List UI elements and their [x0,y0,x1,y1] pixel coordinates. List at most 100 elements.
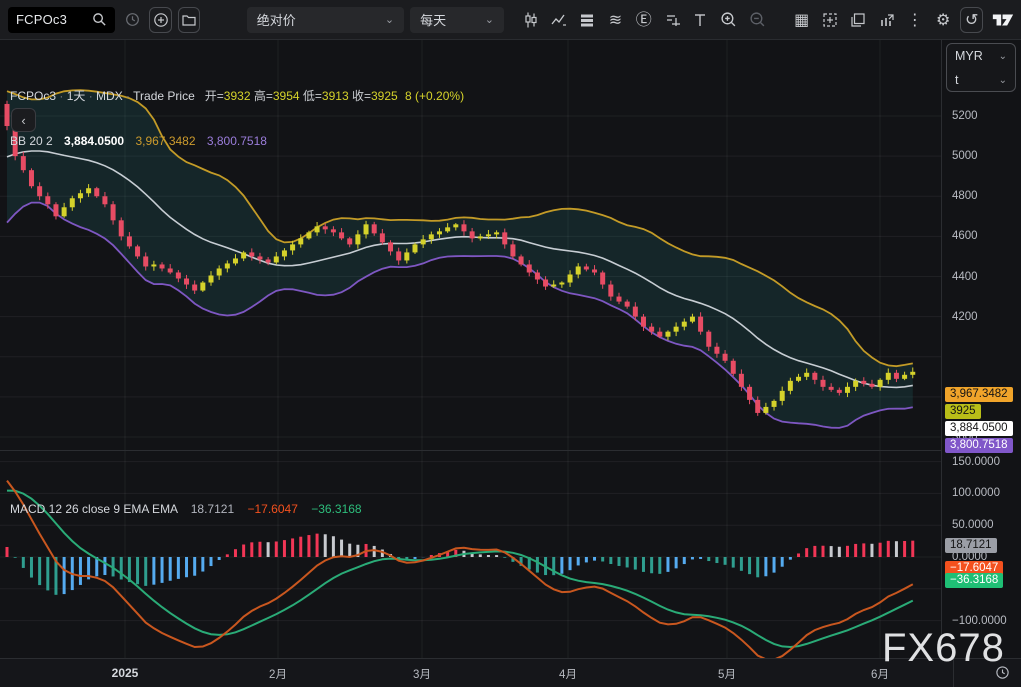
chart-canvas[interactable] [0,40,941,658]
price-value-label: 3,967.3482 [945,387,1013,402]
symbol-search-value: FCPOc3 [16,12,68,27]
more-options-button[interactable]: ⋮ [904,7,926,33]
tradingview-logo-button[interactable] [991,7,1015,33]
macd-tick: 50.0000 [952,519,994,532]
collapse-legend-button[interactable]: ‹ [11,108,36,132]
macd-line-value: −17.6047 [247,502,298,516]
bb-label: BB 20 2 [10,134,53,148]
legend-series-type: Trade Price [133,89,195,103]
main-series-legend[interactable]: FCPOc3 · 1天 · MDX · Trade Price 开=3932 高… [10,87,464,104]
price-tick: 5200 [952,110,978,122]
macd-tick: 100.0000 [952,487,1000,500]
snapshot-icon [823,12,837,27]
bb-basis-value: 3,884.0500 [64,134,125,148]
time-axis[interactable]: 2025 2月 3月 4月 5月 6月 [0,658,1021,687]
price-type-value: 绝对价 [256,13,296,28]
macd-value-label: 18.7121 [945,537,997,553]
axis-separator [941,40,942,687]
price-tick: 4800 [952,190,978,203]
high-value: 3954 [272,89,300,103]
watchlist-button[interactable]: ▦ [790,7,812,33]
plus-circle-icon [153,12,168,27]
data-window-button[interactable] [875,7,897,33]
settings-button[interactable]: ⚙ [932,7,954,33]
price-tick: 4600 [952,230,978,243]
price-tick: 4200 [952,310,978,323]
recent-history-button[interactable] [121,7,143,33]
open-label: 开= [204,89,224,103]
trading-chart-app: FCPOc3 绝对价 ⌄ 每天 ⌄ ≋ Ⓔ ▦ ⋮ ⚙ ↺ FCPOc3 · 1… [0,0,1021,687]
time-label: 3月 [413,669,431,681]
price-axis[interactable]: MYR ⌄ t ⌄ 5200 5000 4800 4600 4400 4200 3600 1… [942,40,1021,658]
add-symbol-button[interactable] [149,6,172,33]
chevron-down-icon: ⌄ [384,14,395,26]
bb-upper-value: 3,967.3482 [135,134,196,148]
currency-select[interactable]: MYR ⌄ [947,44,1015,68]
screenshot-button[interactable] [819,7,841,33]
indicators-icon [551,14,566,26]
layers-icon [581,14,594,26]
layouts-button[interactable] [847,7,869,33]
circled-e-icon: Ⓔ [635,9,652,29]
compare-button[interactable]: ≋ [604,7,626,33]
folder-icon [182,14,196,26]
zoom-out-button[interactable] [746,7,768,33]
zoom-out-icon [749,12,764,27]
legend-symbol: FCPOc3 [10,89,57,103]
time-label: 5月 [718,669,736,681]
time-label: 2025 [111,666,139,680]
indicator-templates-button[interactable] [576,7,598,33]
bollinger-legend[interactable]: BB 20 2 3,884.0500 3,967.3482 3,800.7518 [10,134,267,148]
close-label: 收= [351,89,371,103]
bb-lower-value: 3,800.7518 [206,134,267,148]
candlestick-style-icon [524,12,537,27]
time-label: 2月 [269,669,287,681]
change-value: 8 (+0.20%) [405,89,465,103]
unit-value: t [955,73,959,87]
price-type-select[interactable]: 绝对价 ⌄ [246,6,405,33]
price-tick: 4400 [952,270,978,283]
currency-unit-box: MYR ⌄ t ⌄ [946,43,1016,92]
macd-legend[interactable]: MACD 12 26 close 9 EMA EMA 18.7121 −17.6… [10,502,362,516]
macd-tick: 150.0000 [952,455,1000,468]
clock-icon [125,13,139,26]
zoom-in-button[interactable] [718,7,740,33]
undo-icon: ↺ [964,9,979,29]
table-grid-icon: ▦ [794,9,810,29]
price-value-label: 3,800.7518 [945,438,1013,453]
indicators-button[interactable] [548,7,570,33]
text-tool-button[interactable] [689,7,711,33]
price-value-label: 3,884.0500 [945,421,1013,436]
legend-exchange: MDX [96,89,123,103]
pane-separator[interactable] [0,450,941,451]
low-value: 3913 [321,89,349,103]
bar-chart-arrow-icon [880,13,894,26]
gear-icon: ⚙ [936,9,951,29]
price-value-label: 3925 [945,404,981,419]
macd-hist-value: 18.7121 [190,502,235,516]
economic-calendar-button[interactable]: Ⓔ [633,7,655,33]
top-toolbar: FCPOc3 绝对价 ⌄ 每天 ⌄ ≋ Ⓔ ▦ ⋮ ⚙ ↺ [0,0,1021,40]
unit-select[interactable]: t ⌄ [947,68,1015,92]
undo-button[interactable]: ↺ [960,6,983,33]
layouts-icon [851,12,865,27]
chart-style-button[interactable] [519,7,541,33]
alert-icon [667,14,681,26]
chart-area[interactable]: FCPOc3 · 1天 · MDX · Trade Price 开=3932 高… [0,40,941,658]
legend-interval: 1天 [66,89,86,103]
open-value: 3932 [223,89,251,103]
time-label: 4月 [559,669,577,681]
chevron-down-icon: ⌄ [998,50,1007,62]
zoom-in-icon [721,12,736,27]
search-icon [93,13,106,26]
close-value: 3925 [370,89,398,103]
alert-button[interactable] [661,7,683,33]
low-label: 低= [302,89,322,103]
symbol-search-box[interactable]: FCPOc3 [8,6,115,33]
macd-tick: −100.0000 [952,614,1007,627]
text-icon [695,13,706,26]
open-layout-folder-button[interactable] [177,6,201,33]
currency-value: MYR [955,49,983,63]
interval-select[interactable]: 每天 ⌄ [410,6,504,33]
chevron-down-icon: ⌄ [484,14,494,26]
